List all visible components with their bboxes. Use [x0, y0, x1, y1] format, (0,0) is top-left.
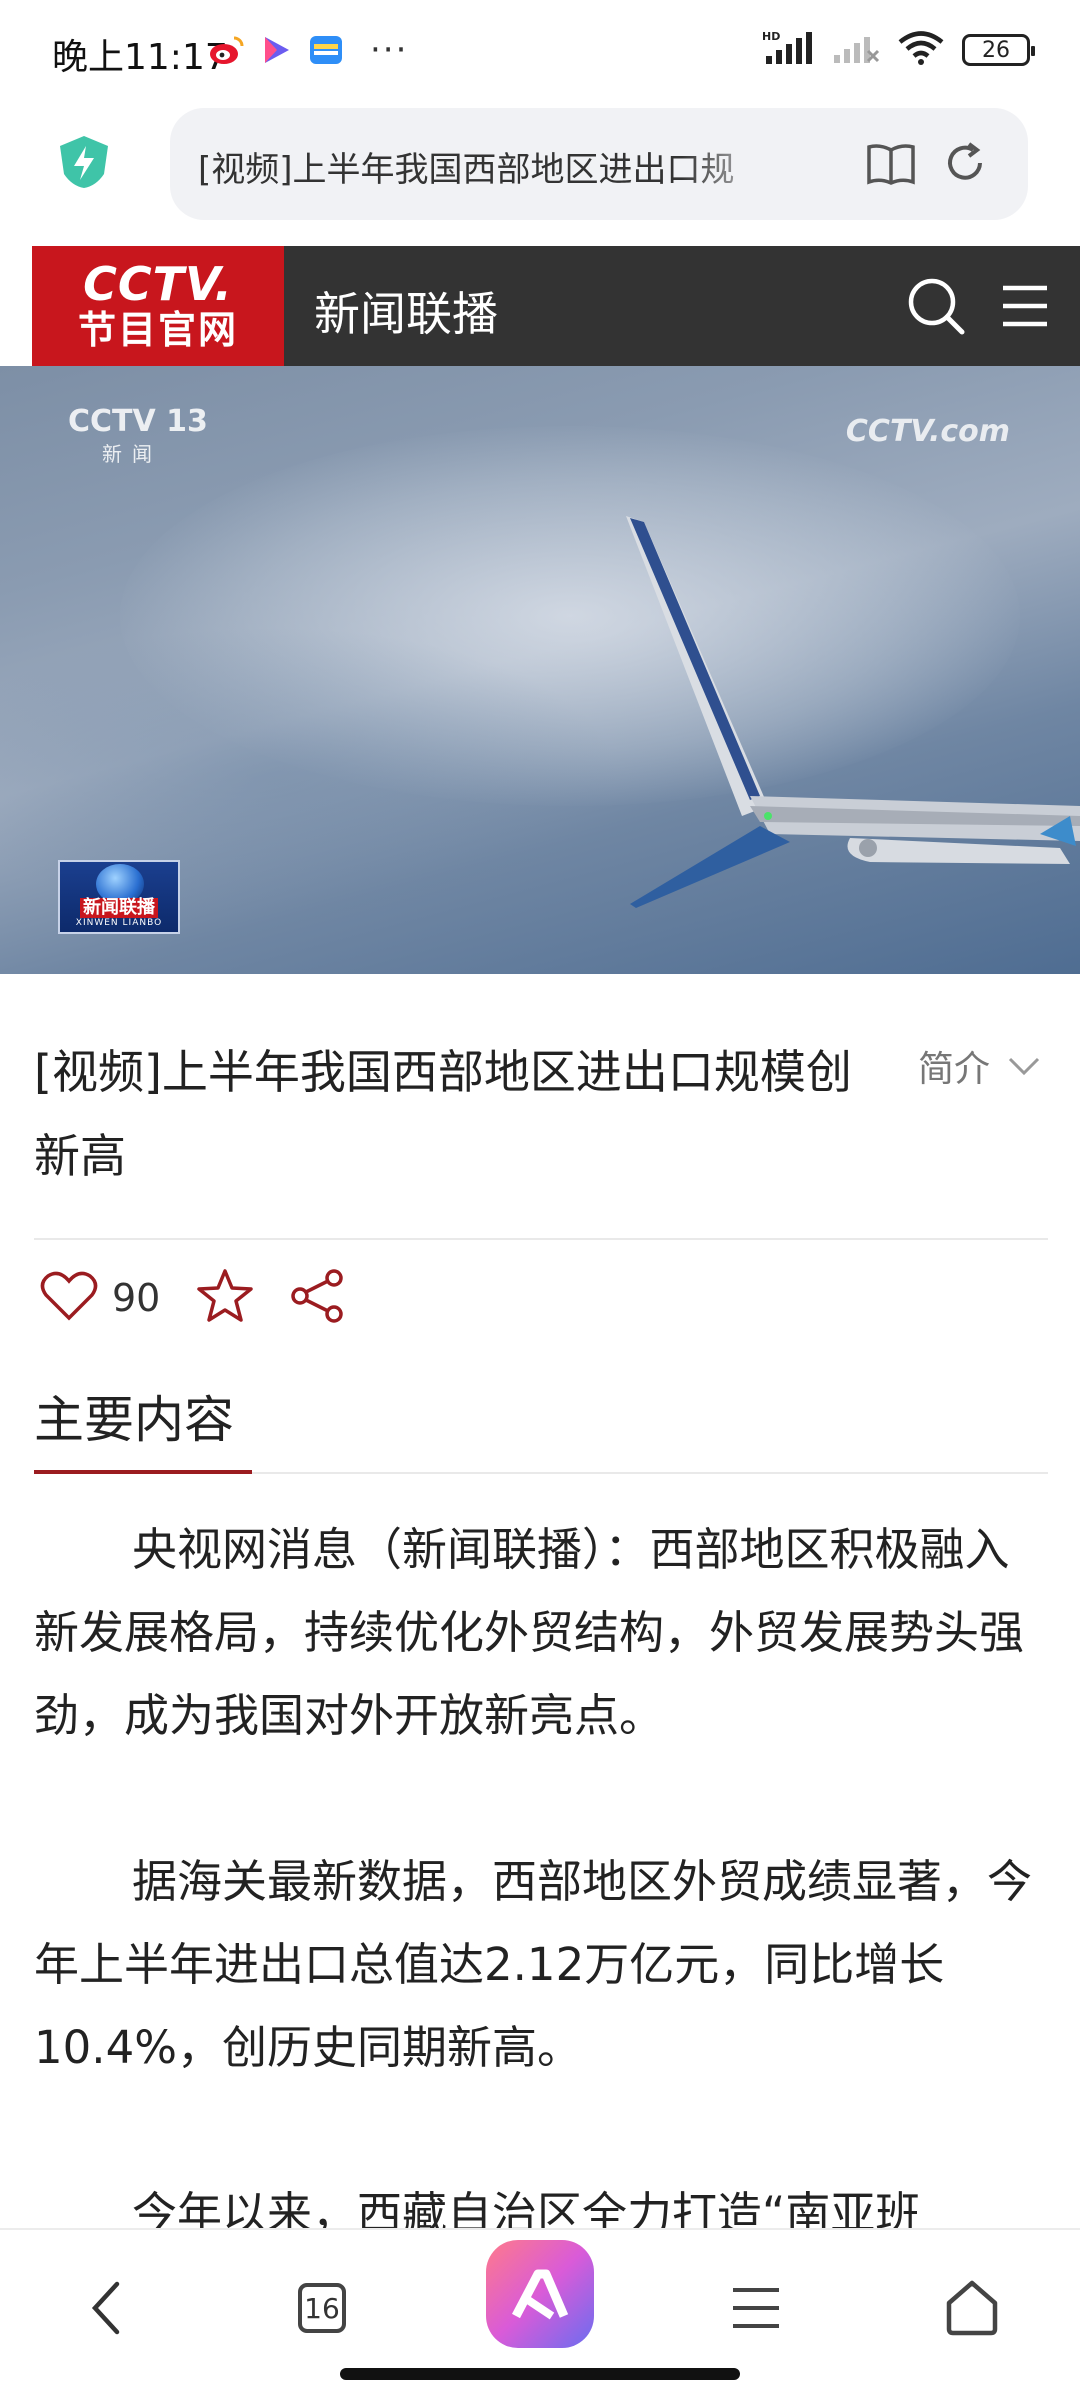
program-badge-sub: XINWEN LIANBO [75, 918, 163, 928]
menu-icon[interactable] [1000, 282, 1050, 330]
tabs-button[interactable]: 16 [272, 2258, 372, 2358]
wallet-app-icon [308, 32, 344, 68]
search-icon[interactable] [906, 276, 966, 336]
menu-lines-icon [733, 2288, 779, 2328]
airplane-image [626, 516, 1080, 908]
security-shield-icon[interactable] [56, 134, 112, 190]
video-player[interactable]: CCTV 13 新闻 CCTV.com 新闻联播 XINWEN LIANBO [0, 366, 1080, 974]
divider [34, 1238, 1048, 1240]
ai-logo-icon [512, 2269, 569, 2320]
channel-logo-sub: 新闻 [102, 442, 162, 466]
home-button[interactable] [922, 2258, 1022, 2358]
notification-icons: ··· [208, 30, 408, 70]
cctv-watermark: CCTV.com [845, 414, 1010, 449]
menu-button[interactable] [706, 2258, 806, 2358]
section-underline [34, 1470, 252, 1474]
address-text[interactable]: [视频]上半年我国西部地区进出口规 [198, 142, 788, 191]
intro-toggle[interactable]: 简介 [918, 1040, 1040, 1092]
cctv-logo[interactable]: CCTV. 节目官网 [32, 246, 284, 366]
reader-mode-icon[interactable] [866, 142, 916, 186]
favorite-star-icon[interactable] [196, 1268, 254, 1328]
home-indicator[interactable] [340, 2368, 740, 2380]
logo-text-bottom: 节目官网 [77, 308, 238, 352]
tab-count: 16 [298, 2283, 346, 2333]
status-time: 晚上11:17 [52, 37, 228, 78]
refresh-icon[interactable] [942, 140, 988, 186]
article-title: [视频]上半年我国西部地区进出口规模创新高 [34, 1045, 852, 1183]
weibo-icon [208, 32, 244, 68]
channel-logo-text: CCTV 13 [68, 404, 208, 439]
chevron-down-icon [1008, 1057, 1040, 1076]
share-icon[interactable] [288, 1268, 346, 1328]
svg-text:HD: HD [762, 30, 780, 43]
back-button[interactable] [56, 2258, 156, 2358]
home-icon [946, 2280, 998, 2336]
program-badge-text: 新闻联播 [80, 898, 158, 918]
logo-text-top: CCTV. [83, 257, 233, 311]
article-body: 央视网消息（新闻联播）：西部地区积极融入新发展格局，持续优化外贸结构，外贸发展势… [34, 1508, 1034, 2338]
video-app-icon [258, 32, 294, 68]
section-title: 主要内容 [34, 1391, 234, 1449]
like-count: 90 [112, 1276, 161, 1320]
signal-hd-icon: HD [762, 30, 814, 70]
site-header: CCTV. 节目官网 新闻联播 [32, 246, 1080, 366]
system-indicators: HD 26 [762, 30, 1035, 70]
battery-indicator: 26 [962, 34, 1035, 66]
channel-logo: CCTV 13 新闻 [68, 406, 208, 470]
status-bar: 晚上11:17 ··· HD 26 [0, 0, 1080, 100]
signal-empty-icon [832, 31, 880, 69]
ai-assistant-button[interactable] [486, 2240, 594, 2348]
like-icon[interactable] [40, 1270, 98, 1326]
program-title[interactable]: 新闻联播 [314, 278, 498, 344]
wifi-icon [898, 31, 944, 69]
paragraph: 央视网消息（新闻联播）：西部地区积极融入新发展格局，持续优化外贸结构，外贸发展势… [34, 1523, 1025, 1742]
paragraph: 据海关最新数据，西部地区外贸成绩显著，今年上半年进出口总值达2.12万亿元，同比… [34, 1855, 1033, 2074]
back-arrow-icon [91, 2281, 120, 2335]
intro-label: 简介 [918, 1049, 991, 1090]
more-notifications-icon: ··· [370, 30, 409, 70]
address-bar[interactable]: [视频]上半年我国西部地区进出口规 [170, 108, 1028, 220]
program-badge: 新闻联播 XINWEN LIANBO [58, 860, 180, 934]
action-bar: 90 [40, 1268, 346, 1328]
